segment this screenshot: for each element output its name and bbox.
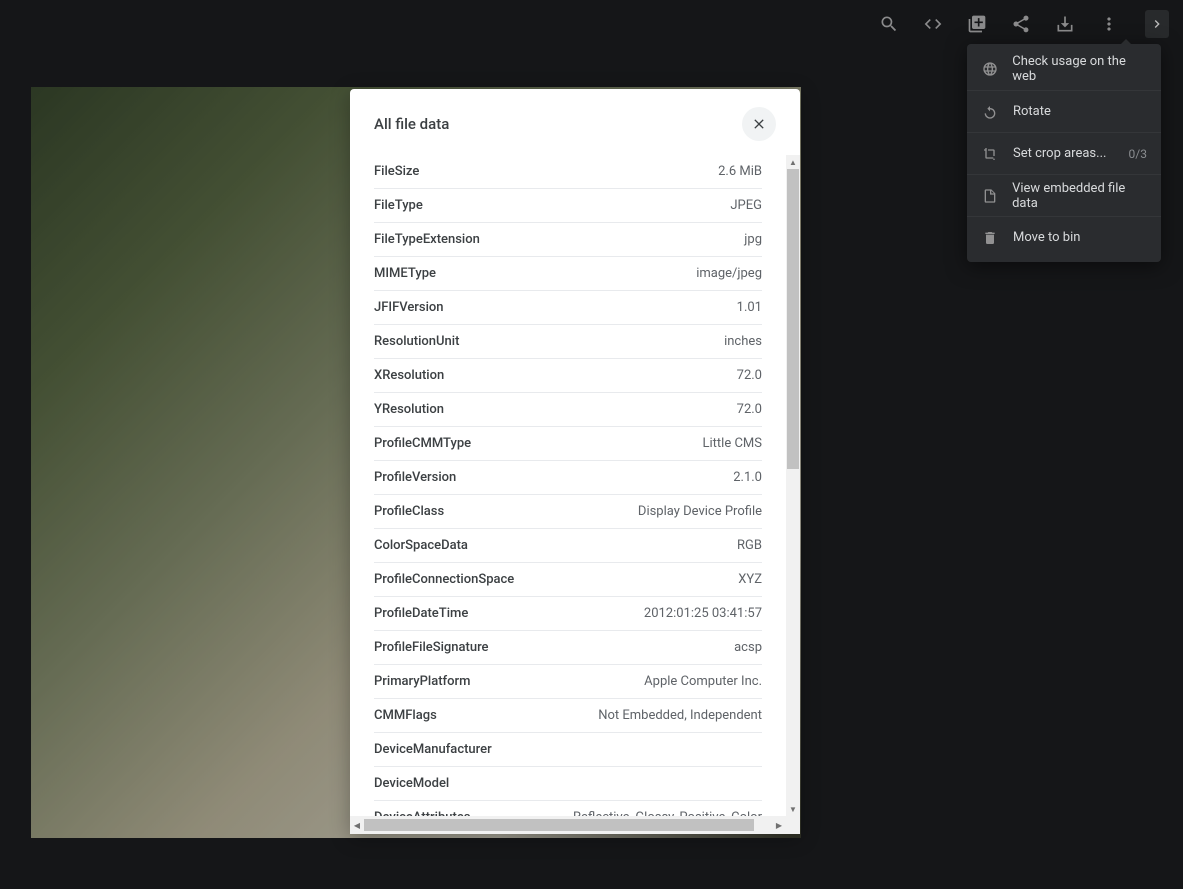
file-data-value: image/jpeg [696, 266, 762, 281]
file-data-value: 72.0 [737, 402, 762, 417]
globe-icon [981, 60, 998, 78]
menu-item-globe[interactable]: Check usage on the web [967, 48, 1161, 90]
file-data-row: FileSize 2.6 MiB [374, 155, 762, 189]
file-data-value: 1.01 [737, 300, 762, 315]
search-icon[interactable] [877, 12, 901, 36]
file-data-key: ProfileClass [374, 504, 444, 519]
top-toolbar [877, 0, 1183, 48]
code-icon[interactable] [921, 12, 945, 36]
file-data-list: FileSize 2.6 MiB FileType JPEG FileTypeExten… [350, 155, 786, 816]
menu-item-trash[interactable]: Move to bin [967, 216, 1161, 258]
file-data-row: ProfileDateTime 2012:01:25 03:41:57 [374, 597, 762, 631]
trash-icon [981, 229, 999, 247]
more-icon[interactable] [1097, 12, 1121, 36]
file-data-value: RGB [737, 538, 762, 553]
horizontal-scrollbar[interactable]: ◀ ▶ [350, 816, 786, 834]
file-data-row: ColorSpaceData RGB [374, 529, 762, 563]
file-data-value: jpg [744, 232, 762, 247]
file-icon [981, 187, 998, 205]
file-data-value: JPEG [730, 198, 762, 213]
file-data-row: JFIFVersion 1.01 [374, 291, 762, 325]
file-data-row: MIMEType image/jpeg [374, 257, 762, 291]
file-data-row: ProfileVersion 2.1.0 [374, 461, 762, 495]
file-data-key: ColorSpaceData [374, 538, 468, 553]
file-data-key: ProfileCMMType [374, 436, 471, 451]
file-data-key: PrimaryPlatform [374, 674, 470, 689]
file-data-row: ResolutionUnit inches [374, 325, 762, 359]
menu-item-label: View embedded file data [1012, 181, 1147, 211]
file-data-key: CMMFlags [374, 708, 437, 723]
file-data-row: ProfileConnectionSpace XYZ [374, 563, 762, 597]
file-data-row: ProfileClass Display Device Profile [374, 495, 762, 529]
rotate-icon [981, 103, 999, 121]
file-data-row: FileType JPEG [374, 189, 762, 223]
file-data-row: ProfileFileSignature acsp [374, 631, 762, 665]
file-data-key: YResolution [374, 402, 444, 417]
file-data-value: acsp [734, 640, 762, 655]
scrollbar-thumb[interactable] [787, 169, 799, 469]
file-data-value: 72.0 [737, 368, 762, 383]
file-data-value: Display Device Profile [638, 504, 762, 519]
menu-item-label: Check usage on the web [1012, 54, 1147, 84]
file-data-row: ProfileCMMType Little CMS [374, 427, 762, 461]
file-data-value: XYZ [738, 572, 762, 587]
file-data-key: ProfileVersion [374, 470, 456, 485]
menu-item-rotate[interactable]: Rotate [967, 90, 1161, 132]
file-data-key: DeviceModel [374, 776, 449, 791]
file-data-key: ProfileDateTime [374, 606, 468, 621]
file-data-row: XResolution 72.0 [374, 359, 762, 393]
file-data-key: FileTypeExtension [374, 232, 480, 247]
menu-item-file[interactable]: View embedded file data [967, 174, 1161, 216]
menu-item-label: Move to bin [1013, 230, 1080, 245]
file-data-value: Little CMS [703, 436, 762, 451]
file-data-key: MIMEType [374, 266, 436, 281]
file-data-key: ProfileConnectionSpace [374, 572, 514, 587]
chevron-right-icon[interactable] [1145, 10, 1169, 38]
context-menu: Check usage on the web Rotate Set crop are… [967, 44, 1161, 262]
vertical-scrollbar[interactable]: ▲ ▼ [786, 155, 800, 816]
file-data-row: FileTypeExtension jpg [374, 223, 762, 257]
file-data-key: XResolution [374, 368, 444, 383]
share-icon[interactable] [1009, 12, 1033, 36]
menu-item-label: Rotate [1013, 104, 1051, 119]
scrollbar-thumb[interactable] [364, 819, 754, 831]
file-data-key: JFIFVersion [374, 300, 444, 315]
file-data-row: DeviceAttributesReflective, Glossy, Posi… [374, 801, 762, 816]
file-data-value: Not Embedded, Independent [598, 708, 762, 723]
menu-item-label: Set crop areas... [1013, 146, 1106, 161]
file-data-value: 2.6 MiB [718, 164, 762, 179]
file-data-key: FileSize [374, 164, 419, 179]
close-button[interactable] [742, 107, 776, 141]
menu-item-trailing: 0/3 [1129, 147, 1147, 161]
file-data-row: YResolution 72.0 [374, 393, 762, 427]
menu-item-crop[interactable]: Set crop areas... 0/3 [967, 132, 1161, 174]
file-data-value: Apple Computer Inc. [644, 674, 762, 689]
file-data-modal: All file data FileSize 2.6 MiB FileType JPE… [350, 89, 800, 834]
file-data-row: DeviceModel [374, 767, 762, 801]
modal-title: All file data [374, 115, 449, 133]
file-data-key: FileType [374, 198, 423, 213]
download-icon[interactable] [1053, 12, 1077, 36]
file-data-value: 2012:01:25 03:41:57 [644, 606, 762, 621]
file-data-key: ResolutionUnit [374, 334, 459, 349]
add-to-collection-icon[interactable] [965, 12, 989, 36]
file-data-row: PrimaryPlatform Apple Computer Inc. [374, 665, 762, 699]
file-data-row: CMMFlags Not Embedded, Independent [374, 699, 762, 733]
file-data-row: DeviceManufacturer [374, 733, 762, 767]
file-data-key: DeviceManufacturer [374, 742, 492, 757]
file-data-value: inches [724, 334, 762, 349]
file-data-key: ProfileFileSignature [374, 640, 489, 655]
file-data-value: 2.1.0 [733, 470, 762, 485]
crop-icon [981, 145, 999, 163]
